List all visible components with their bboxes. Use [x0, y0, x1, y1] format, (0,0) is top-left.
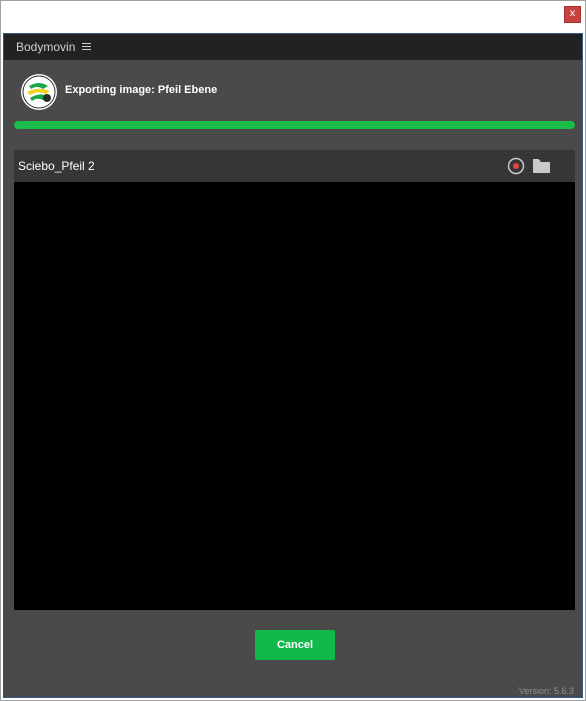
folder-icon[interactable] [532, 157, 551, 174]
export-status-text: Exporting image: Pfeil Ebene [65, 84, 218, 96]
hamburger-menu-icon[interactable] [82, 43, 91, 51]
panel-title: Bodymovin [16, 40, 76, 54]
bodymovin-logo [21, 74, 57, 110]
export-preview-area [14, 182, 575, 610]
bodymovin-panel: Bodymovin Exporting image: Pfeil Ebene S… [3, 33, 583, 698]
composition-name: Sciebo_Pfeil 2 [18, 159, 95, 173]
close-window-button[interactable]: x [564, 6, 581, 23]
window-titlebar[interactable]: x [1, 1, 585, 33]
cancel-button[interactable]: Cancel [255, 630, 335, 660]
composition-row: Sciebo_Pfeil 2 [14, 150, 575, 182]
panel-header: Bodymovin [4, 34, 582, 60]
export-progress-bar [14, 121, 575, 129]
export-progress-fill [14, 121, 575, 129]
app-window: x Bodymovin Exporting image: Pfeil Ebene… [0, 0, 586, 701]
version-label: Version: 5.6.3 [518, 686, 574, 696]
render-target-icon[interactable] [507, 157, 525, 175]
